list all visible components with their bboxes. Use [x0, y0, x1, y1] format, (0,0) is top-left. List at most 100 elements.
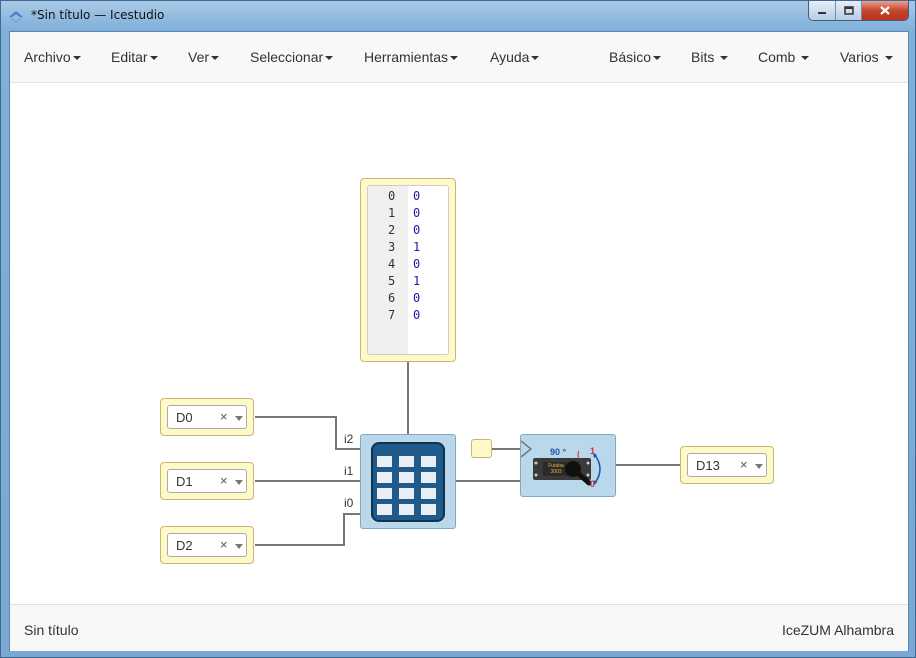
constant-block[interactable] — [471, 439, 492, 458]
menu-bar: Archivo Editar Ver Seleccionar Herramien… — [10, 32, 908, 83]
chevron-down-icon — [531, 56, 540, 61]
chevron-down-icon — [884, 56, 893, 61]
table-block[interactable] — [360, 434, 456, 529]
chevron-down-icon — [72, 56, 81, 61]
servo-block[interactable]: 90 ° 1 0 Futaba 3003 — [520, 434, 616, 497]
pin-select-value: D1 — [176, 474, 193, 489]
wire-d2[interactable] — [255, 544, 345, 546]
wire-d0-i2[interactable] — [335, 448, 361, 450]
menu-comb-label: Comb — [758, 49, 796, 65]
servo-angle-label: 90 ° — [550, 447, 567, 457]
clear-icon[interactable]: × — [220, 409, 228, 424]
menu-varios[interactable]: Varios — [840, 49, 893, 65]
wire-d1-i1[interactable] — [255, 480, 361, 482]
menu-bits[interactable]: Bits — [691, 49, 729, 65]
clear-icon[interactable]: × — [220, 473, 228, 488]
memory-line-number: 4 — [388, 257, 396, 271]
menu-ver-label: Ver — [188, 49, 210, 65]
wire-servo-d13[interactable] — [616, 464, 680, 466]
memory-row: 51 — [368, 274, 448, 291]
clear-icon[interactable]: × — [740, 457, 748, 472]
pin-select-d13[interactable]: D13 × — [687, 453, 767, 477]
menu-archivo[interactable]: Archivo — [24, 49, 81, 65]
servo-brand-label: Futaba 3003 — [548, 463, 564, 475]
minimize-button[interactable] — [809, 1, 836, 20]
memory-line-number: 1 — [388, 206, 396, 220]
servo-low-label: 0 — [590, 479, 596, 489]
file-name: Sin título — [24, 622, 79, 638]
port-label-i1: i1 — [344, 464, 354, 478]
memory-row: 20 — [368, 223, 448, 240]
chevron-down-icon — [149, 56, 158, 61]
memory-value: 1 — [413, 240, 421, 254]
pin-select-d0[interactable]: D0 × — [167, 405, 247, 429]
close-icon — [880, 6, 890, 15]
pin-select-d2[interactable]: D2 × — [167, 533, 247, 557]
wire-memory-table[interactable] — [407, 362, 409, 434]
chevron-down-icon — [450, 56, 459, 61]
window-title: *Sin título — Icestudio — [31, 8, 165, 22]
memory-value: 0 — [413, 206, 421, 220]
memory-value: 0 — [413, 308, 421, 322]
window-controls — [808, 1, 909, 21]
wire-d0[interactable] — [255, 416, 336, 418]
pin-select-value: D13 — [696, 458, 720, 473]
input-pin-block-d1[interactable]: D1 × — [160, 462, 254, 500]
memory-line-number: 0 — [388, 189, 396, 203]
dropdown-arrow-icon[interactable] — [235, 544, 243, 549]
dropdown-arrow-icon[interactable] — [755, 464, 763, 469]
input-pin-block-d0[interactable]: D0 × — [160, 398, 254, 436]
title-bar[interactable]: *Sin título — Icestudio — [1, 1, 915, 31]
menu-seleccionar[interactable]: Seleccionar — [250, 49, 334, 65]
port-label-i0: i0 — [344, 496, 354, 510]
memory-row: 40 — [368, 257, 448, 274]
maximize-button[interactable] — [836, 1, 862, 20]
dropdown-arrow-icon[interactable] — [235, 416, 243, 421]
wire-d2-i0[interactable] — [343, 513, 361, 515]
menu-herramientas[interactable]: Herramientas — [364, 49, 459, 65]
memory-value: 0 — [413, 223, 421, 237]
menu-editar[interactable]: Editar — [111, 49, 158, 65]
memory-row: 60 — [368, 291, 448, 308]
maximize-icon — [843, 6, 854, 15]
board-name[interactable]: IceZUM Alhambra — [782, 622, 894, 638]
dropdown-arrow-icon[interactable] — [235, 480, 243, 485]
pin-select-d1[interactable]: D1 × — [167, 469, 247, 493]
memory-value: 1 — [413, 274, 421, 288]
menu-varios-label: Varios — [840, 49, 879, 65]
memory-row: 10 — [368, 206, 448, 223]
memory-value: 0 — [413, 257, 421, 271]
menu-basico[interactable]: Básico — [609, 49, 662, 65]
memory-value: 0 — [413, 291, 421, 305]
menu-archivo-label: Archivo — [24, 49, 71, 65]
pin-select-value: D0 — [176, 410, 193, 425]
output-pin-block-d13[interactable]: D13 × — [680, 446, 774, 484]
memory-editor[interactable]: 00 10 20 31 40 51 60 70 — [367, 185, 449, 355]
menu-comb[interactable]: Comb — [758, 49, 810, 65]
wire-d2-v[interactable] — [343, 513, 345, 546]
memory-line-number: 3 — [388, 240, 396, 254]
design-canvas[interactable]: 00 10 20 31 40 51 60 70 D0 × D1 × D2 × D… — [10, 83, 908, 604]
menu-seleccionar-label: Seleccionar — [250, 49, 324, 65]
chevron-down-icon — [801, 56, 810, 61]
table-icon — [371, 442, 445, 522]
wire-d0-v[interactable] — [335, 416, 337, 449]
chevron-down-icon — [720, 56, 729, 61]
input-pin-block-d2[interactable]: D2 × — [160, 526, 254, 564]
memory-value: 0 — [413, 189, 421, 203]
wire-table-servo[interactable] — [456, 480, 521, 482]
memory-line-number: 6 — [388, 291, 396, 305]
menu-ayuda[interactable]: Ayuda — [490, 49, 540, 65]
close-button[interactable] — [862, 1, 908, 20]
minimize-icon — [818, 11, 826, 14]
memory-row: 70 — [368, 308, 448, 325]
memory-line-number: 2 — [388, 223, 396, 237]
memory-block[interactable]: 00 10 20 31 40 51 60 70 — [360, 178, 456, 362]
memory-row: 00 — [368, 189, 448, 206]
menu-ver[interactable]: Ver — [188, 49, 220, 65]
chevron-down-icon — [211, 56, 220, 61]
menu-editar-label: Editar — [111, 49, 148, 65]
wire-const-servo[interactable] — [492, 448, 521, 450]
app-window: *Sin título — Icestudio Archivo Editar V… — [0, 0, 916, 658]
clear-icon[interactable]: × — [220, 537, 228, 552]
